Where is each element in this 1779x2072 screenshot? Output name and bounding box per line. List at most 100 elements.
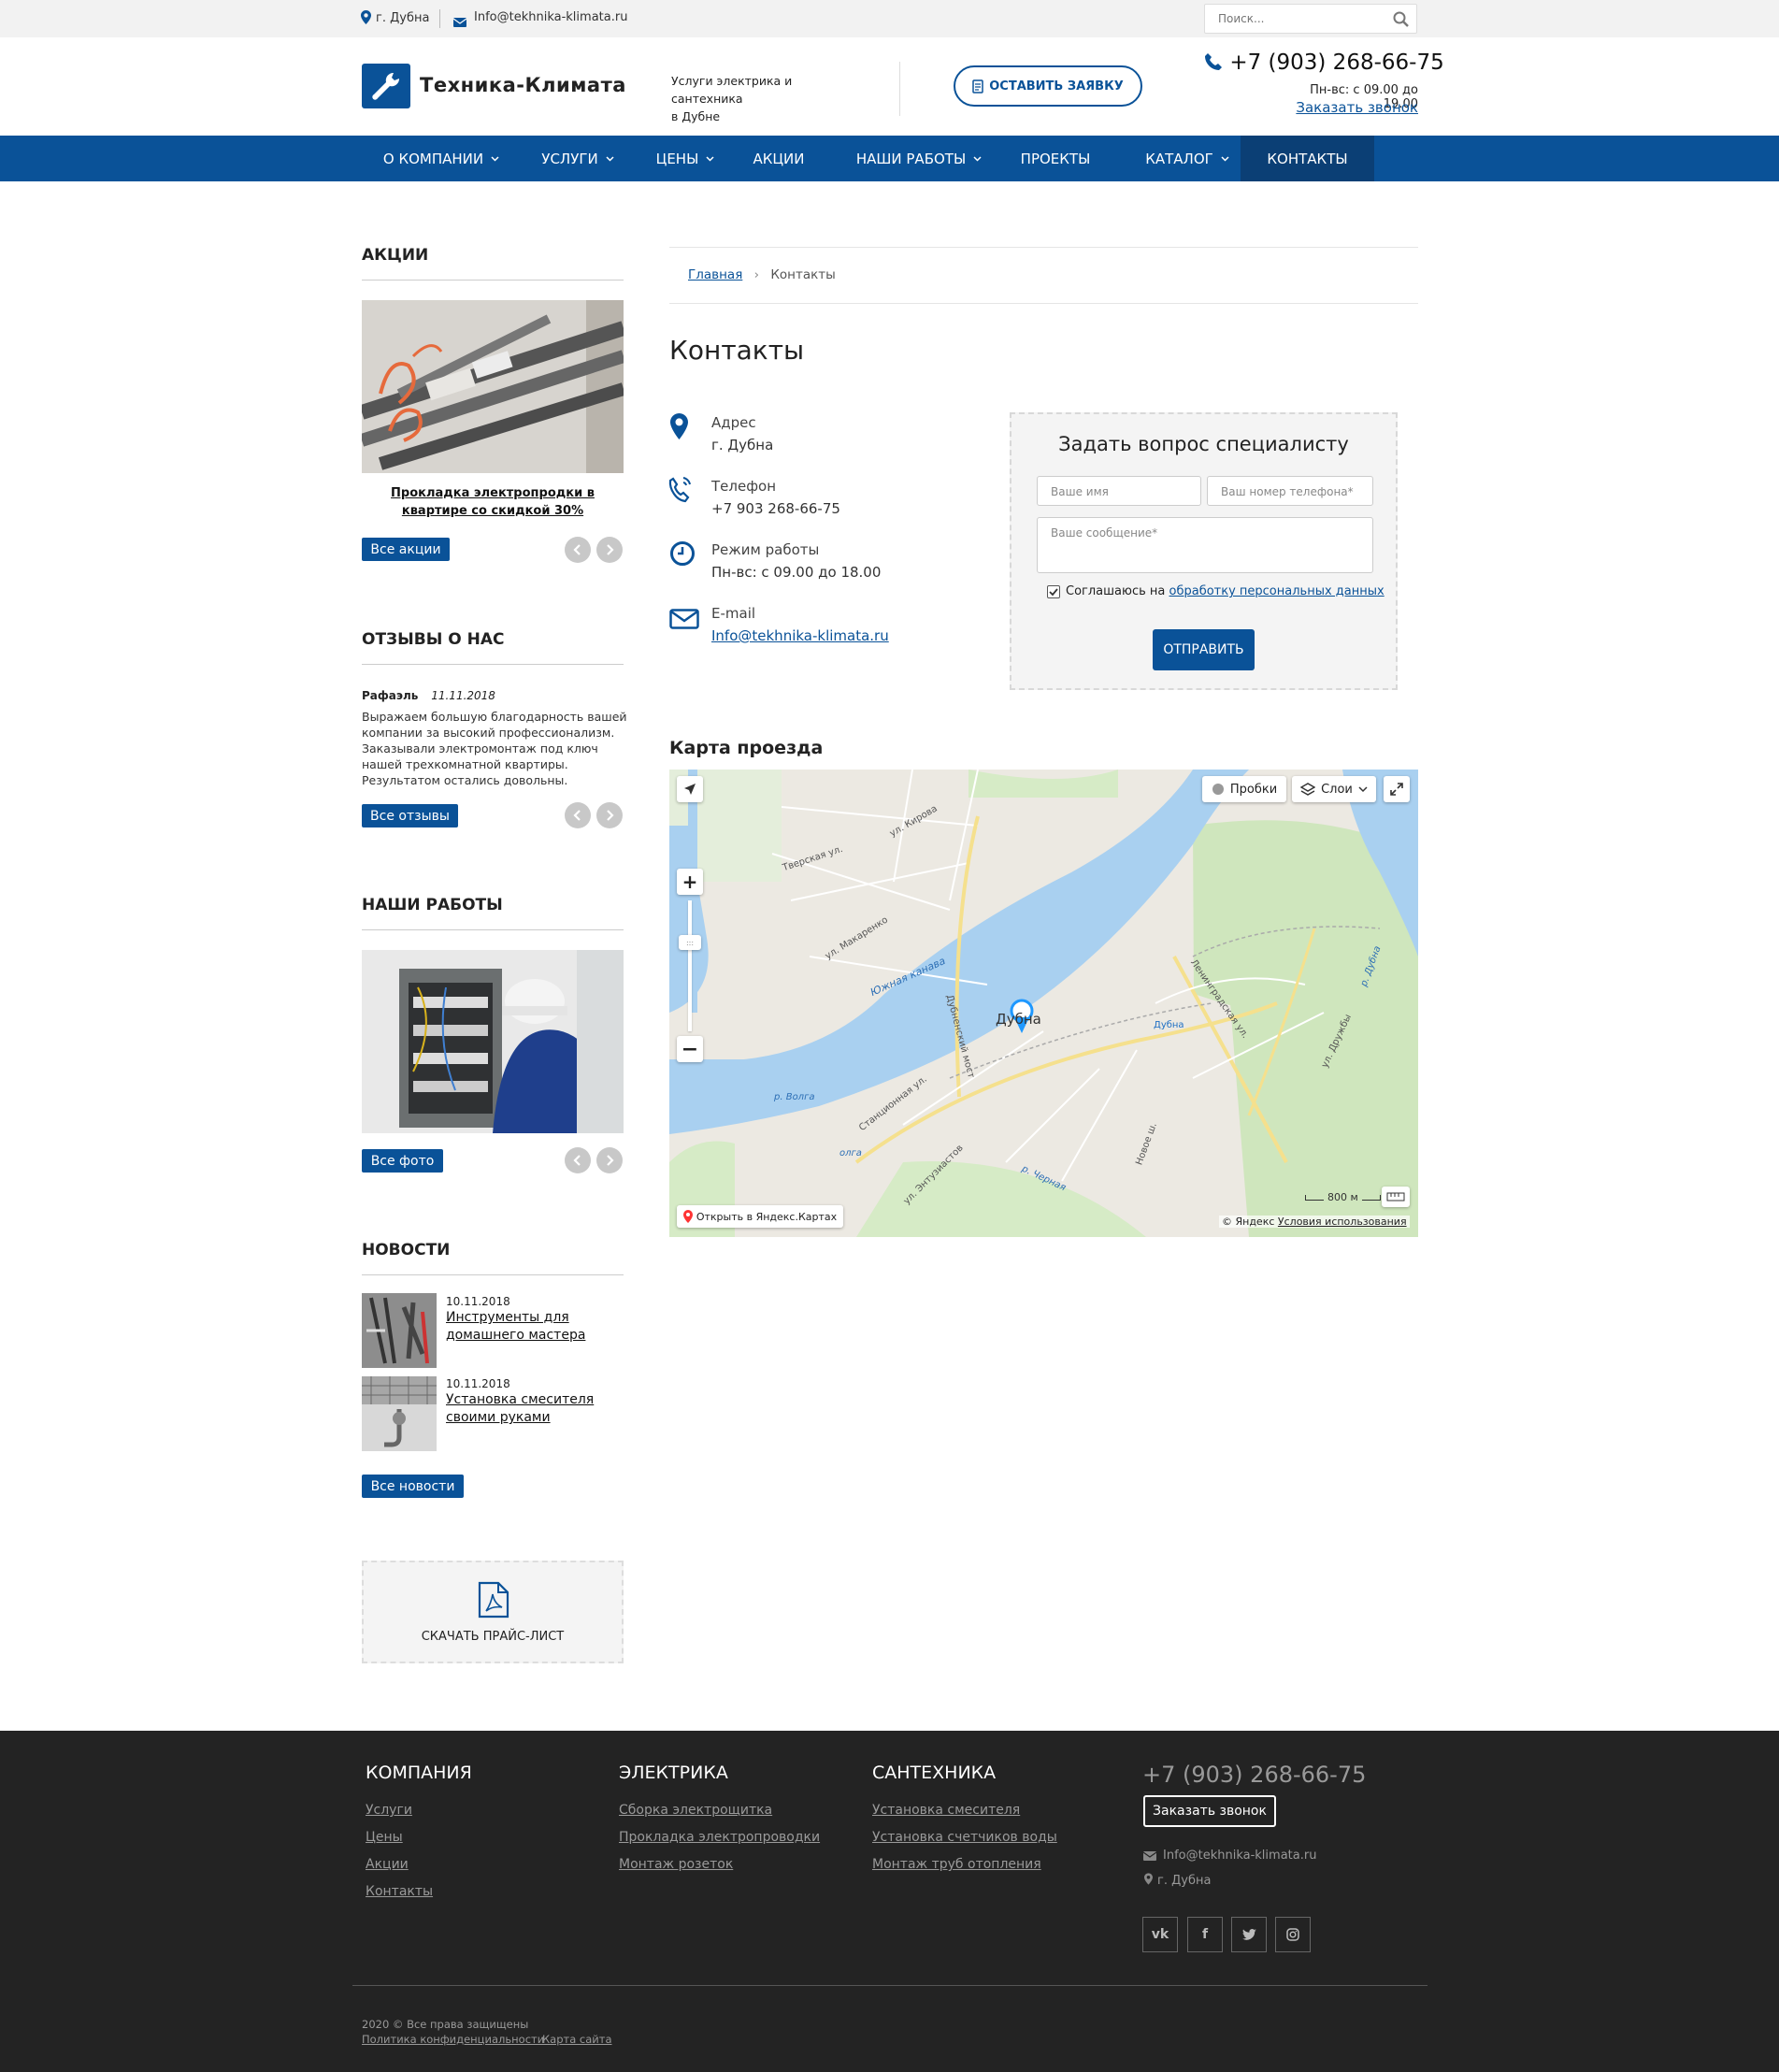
phone-field[interactable]: Ваш номер телефона*: [1207, 476, 1373, 506]
topbar-email[interactable]: Info@tekhnika-klimata.ru: [474, 10, 627, 24]
breadcrumb-home-link[interactable]: Главная: [688, 267, 742, 282]
chevron-down-icon: [491, 155, 499, 162]
zoom-out-button[interactable]: −: [677, 1036, 703, 1062]
all-news-button[interactable]: Все новости: [362, 1475, 464, 1498]
footer-link[interactable]: Сборка электрощитка: [619, 1803, 772, 1818]
submit-button[interactable]: ОТПРАВИТЬ: [1153, 629, 1255, 670]
ruler-button[interactable]: [1382, 1187, 1410, 1207]
consent-label: Соглашаюсь на: [1066, 584, 1166, 598]
news-title-link[interactable]: Инструменты для домашнего мастера: [446, 1309, 585, 1345]
works-next-arrow-icon[interactable]: [596, 1147, 623, 1173]
news-title-link[interactable]: Установка смесителя своими руками: [446, 1391, 594, 1427]
facebook-icon[interactable]: f: [1187, 1917, 1223, 1952]
footer-phone[interactable]: +7 (903) 268-66-75: [1142, 1762, 1366, 1788]
nav-item-contacts[interactable]: КОНТАКТЫ: [1241, 136, 1374, 181]
twitter-icon[interactable]: [1231, 1917, 1267, 1952]
nav-item-promotions[interactable]: АКЦИИ: [739, 136, 819, 181]
header-divider: [899, 62, 900, 116]
footer-email[interactable]: Info@tekhnika-klimata.ru: [1163, 1849, 1316, 1863]
news-thumbnail[interactable]: [362, 1293, 437, 1368]
name-field[interactable]: Ваше имя: [1037, 476, 1201, 506]
review-prev-arrow-icon[interactable]: [565, 802, 591, 828]
map-canvas[interactable]: [669, 770, 1418, 1237]
nav-item-prices[interactable]: ЦЕНЫ: [643, 136, 727, 181]
search-box: [1204, 4, 1417, 34]
nav-item-catalog[interactable]: КАТАЛОГ: [1126, 136, 1248, 181]
layers-label: Слои: [1321, 782, 1353, 797]
promos-divider: [362, 280, 624, 281]
chevron-down-icon: [606, 155, 614, 162]
breadcrumb: Главная › Контакты: [688, 267, 836, 282]
sitemap-link[interactable]: Карта сайта: [542, 2033, 612, 2046]
footer-link[interactable]: Акции: [366, 1857, 409, 1872]
review-next-arrow-icon[interactable]: [596, 802, 623, 828]
nav-item-services[interactable]: УСЛУГИ: [526, 136, 629, 181]
consent-checkbox[interactable]: [1047, 585, 1060, 598]
promo-prev-arrow-icon[interactable]: [565, 537, 591, 563]
footer-link[interactable]: Цены: [366, 1830, 403, 1845]
search-input[interactable]: [1205, 5, 1383, 33]
footer-copyright: 2020 © Все права защищены: [362, 2018, 529, 2031]
message-field[interactable]: Ваше сообщение*: [1037, 517, 1373, 573]
search-icon[interactable]: [1393, 11, 1409, 31]
email-link[interactable]: Info@tekhnika-klimata.ru: [711, 627, 889, 644]
leave-request-button[interactable]: ОСТАВИТЬ ЗАЯВКУ: [954, 65, 1142, 107]
logo-wrench-icon[interactable]: [362, 64, 410, 108]
zoom-slider-track[interactable]: [688, 900, 692, 1031]
nav-item-about[interactable]: О КОМПАНИИ: [371, 136, 511, 181]
works-prev-arrow-icon[interactable]: [565, 1147, 591, 1173]
review-text-line: нашей трехкомнатной квартиры.: [362, 757, 568, 771]
callback-link[interactable]: Заказать звонок: [1281, 99, 1418, 116]
location-pin-icon: [361, 10, 371, 28]
fullscreen-button[interactable]: [1384, 776, 1410, 802]
checkmark-icon: [1049, 588, 1058, 597]
pricelist-download[interactable]: СКАЧАТЬ ПРАЙС-ЛИСТ: [362, 1561, 624, 1663]
footer-link[interactable]: Установка смесителя: [872, 1803, 1020, 1818]
logo-text[interactable]: Техника-Климата: [420, 74, 626, 96]
instagram-icon[interactable]: [1275, 1917, 1311, 1952]
clock-icon: [670, 541, 695, 566]
traffic-button[interactable]: Пробки: [1202, 776, 1286, 802]
zoom-in-button[interactable]: +: [677, 869, 703, 895]
promo-caption[interactable]: Прокладка электропродки в квартире со ск…: [362, 484, 624, 520]
traffic-light-icon: [1212, 784, 1224, 795]
all-photos-button[interactable]: Все фото: [362, 1149, 443, 1173]
news-thumbnail[interactable]: [362, 1376, 437, 1451]
envelope-icon: [1143, 1851, 1156, 1861]
slogan-line: Услуги электрика и сантехника: [671, 74, 793, 106]
chevron-down-icon: [706, 155, 714, 162]
nav-item-projects[interactable]: ПРОЕКТЫ: [1007, 136, 1104, 181]
map-terms-link[interactable]: Условия использования: [1278, 1216, 1407, 1228]
zoom-slider-handle[interactable]: :::: [679, 935, 701, 950]
consent-link[interactable]: обработку персональных данных: [1169, 584, 1384, 598]
all-reviews-button[interactable]: Все отзывы: [362, 804, 458, 827]
map-heading: Карта проезда: [669, 738, 824, 758]
phone-label: Телефон: [711, 478, 777, 495]
privacy-policy-link[interactable]: Политика конфиденциальности: [362, 2033, 544, 2046]
review-date: 11.11.2018: [431, 689, 495, 702]
map-city-label: Дубна: [996, 1011, 1041, 1028]
footer-link[interactable]: Прокладка электропроводки: [619, 1830, 820, 1845]
breadcrumb-current: Контакты: [770, 267, 836, 282]
geolocation-button[interactable]: [677, 776, 703, 802]
footer-link[interactable]: Монтаж розеток: [619, 1857, 733, 1872]
promo-next-arrow-icon[interactable]: [596, 537, 623, 563]
footer-link[interactable]: Контакты: [366, 1884, 433, 1899]
vk-icon[interactable]: vk: [1142, 1917, 1178, 1952]
layers-icon: [1300, 783, 1316, 796]
footer-link[interactable]: Установка счетчиков воды: [872, 1830, 1057, 1845]
expand-icon: [1390, 783, 1403, 796]
footer-city: г. Дубна: [1157, 1874, 1212, 1888]
layers-button[interactable]: Слои: [1292, 776, 1376, 802]
open-in-yandex-maps-link[interactable]: Открыть в Яндекс.Картах: [677, 1205, 843, 1228]
nav-item-our-works[interactable]: НАШИ РАБОТЫ: [844, 136, 994, 181]
works-photo[interactable]: [362, 950, 624, 1133]
chevron-down-icon: [1358, 785, 1368, 792]
header-phone[interactable]: +7 (903) 268-66-75: [1204, 50, 1444, 75]
all-promos-button[interactable]: Все акции: [362, 538, 450, 561]
footer-link[interactable]: Услуги: [366, 1803, 412, 1818]
yandex-map[interactable]: Дубна Дубна ул. Кирова Тверская ул. ул. …: [669, 770, 1418, 1237]
footer-link[interactable]: Монтаж труб отопления: [872, 1857, 1041, 1872]
promo-image[interactable]: [362, 300, 624, 473]
footer-callback-button[interactable]: Заказать звонок: [1143, 1795, 1276, 1827]
